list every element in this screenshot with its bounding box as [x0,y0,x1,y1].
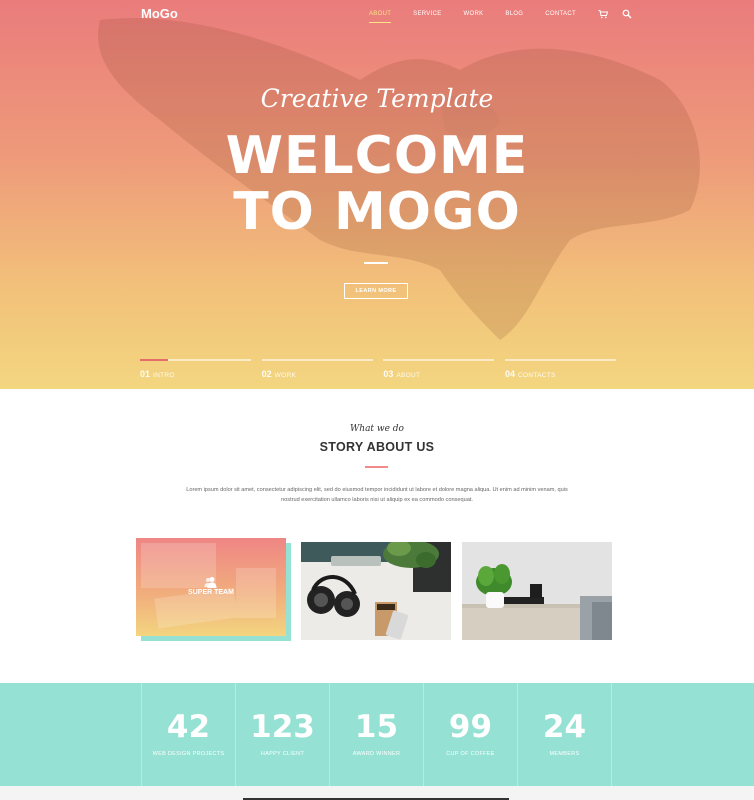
stats-columns: 42 WEB DESIGN PROJECTS 123 HAPPY CLIENT … [141,683,612,800]
stat-item: 99 CUP OF COFFEE [423,683,517,786]
nav-item-contact[interactable]: CONTACT [545,11,576,21]
slide-label: 02 WORK [262,369,373,379]
slide-label: 01 INTRO [140,369,251,379]
users-icon [204,577,217,588]
site-logo[interactable]: MoGo [141,6,178,21]
slide-tab-intro[interactable]: 01 INTRO [140,359,251,379]
slide-number: 04 [504,369,515,379]
hero-section: MoGo ABOUT SERVICE WORK BLOG CONTACT Cre… [0,0,754,389]
stat-value: 123 [250,709,315,745]
slide-text: INTRO [153,372,175,379]
slide-progress-fill [140,359,168,361]
hero-title-line1: WELCOME [225,126,529,186]
slide-number: 03 [383,369,394,379]
hero-slider-nav: 01 INTRO 02 WORK 03 ABOUT 04 CONTACTS [140,359,616,379]
section-eyebrow: What we do [350,424,404,434]
learn-more-button[interactable]: LEARN MORE [344,283,408,299]
slide-tab-work[interactable]: 02 WORK [261,359,373,379]
slide-progress-bar [140,359,251,361]
slide-progress-bar [504,359,616,361]
slide-progress-bar [261,359,373,361]
super-team-card[interactable]: SUPER TEAM [136,538,286,636]
slide-number: 01 [140,369,151,379]
hero-divider [364,262,388,264]
stat-item: 42 WEB DESIGN PROJECTS [141,683,235,786]
slide-progress-bar [383,359,495,361]
hero-title-line2: TO MOGO [233,182,521,242]
nav-item-blog[interactable]: BLOG [505,11,523,21]
stat-item: 24 MEMBERS [517,683,612,786]
nav-item-service[interactable]: SERVICE [413,11,441,21]
section-divider [365,466,388,468]
main-nav: ABOUT SERVICE WORK BLOG CONTACT [369,9,646,23]
section-title: STORY ABOUT US [319,440,435,454]
stat-label: WEB DESIGN PROJECTS [152,751,225,757]
stat-value: 99 [448,709,493,745]
stat-label: HAPPY CLIENT [260,751,305,757]
hero-title: WELCOME TO MOGO [0,128,754,240]
plant-photo-card[interactable] [462,542,612,640]
stat-item: 15 AWARD WINNER [329,683,423,786]
stat-value: 42 [166,709,211,745]
stat-label: CUP OF COFFEE [446,751,495,757]
desk-plant-image [462,542,612,640]
slide-tab-about[interactable]: 03 ABOUT [383,359,495,379]
stat-value: 15 [354,709,399,745]
stat-label: MEMBERS [549,751,580,757]
desk-headphones-image [301,542,451,640]
card-label: SUPER TEAM [188,589,234,596]
stats-section: 42 WEB DESIGN PROJECTS 123 HAPPY CLIENT … [0,683,754,800]
cart-icon[interactable] [598,9,608,19]
slide-label: 04 CONTACTS [505,369,616,379]
nav-item-about[interactable]: ABOUT [369,11,392,23]
stat-item: 123 HAPPY CLIENT [235,683,329,786]
section-description: Lorem ipsum dolor sit amet, consectetur … [186,487,568,503]
slide-text: WORK [274,372,297,379]
stat-label: AWARD WINNER [352,751,401,757]
stat-value: 24 [542,709,587,745]
slide-tab-contacts[interactable]: 04 CONTACTS [504,359,616,379]
slide-text: CONTACTS [517,372,556,379]
slide-number: 02 [261,369,272,379]
slide-text: ABOUT [396,372,421,379]
nav-item-work[interactable]: WORK [464,11,484,21]
hero-script-title: Creative Template [260,84,494,113]
search-icon[interactable] [622,9,632,19]
headphones-photo-card[interactable] [301,542,451,640]
slide-label: 03 ABOUT [383,369,494,379]
